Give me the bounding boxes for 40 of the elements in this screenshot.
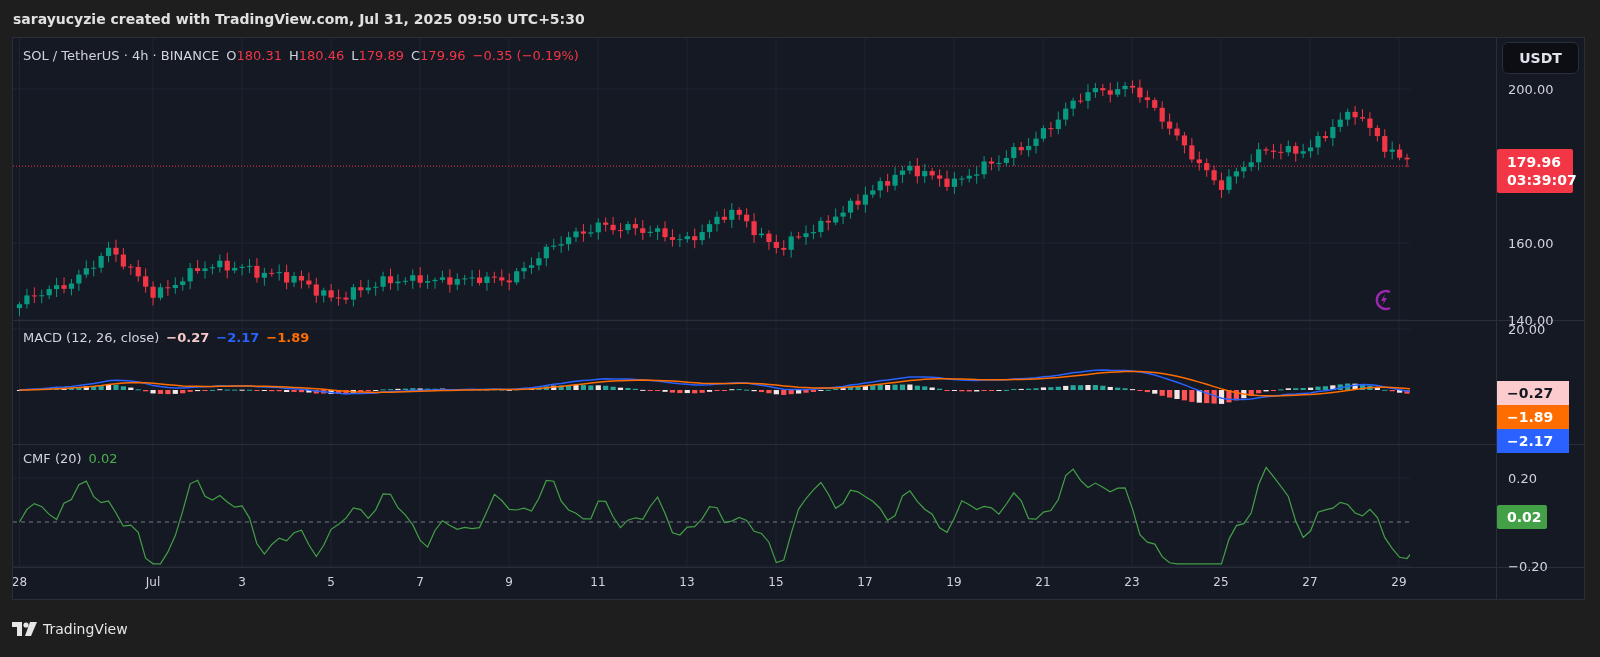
time-tick: 3 (238, 575, 246, 590)
time-tick: 9 (505, 575, 513, 590)
cmf-tick: 0.20 (1508, 470, 1537, 486)
cmf-tick: −0.20 (1508, 558, 1548, 574)
time-tick: 23 (1124, 575, 1140, 590)
chart-attribution: sarayucyzie created with TradingView.com, Jul 31, 2025 09:50 UTC+5:30 (12, 9, 586, 29)
price-tick: 160.00 (1508, 235, 1554, 251)
time-tick: 21 (1035, 575, 1051, 590)
ohlc-value: L179.89 (351, 48, 404, 63)
ohlc-value: C179.96 (411, 48, 466, 63)
currency-button[interactable]: USDT (1502, 42, 1579, 74)
macd-value: −1.89 (266, 330, 310, 346)
time-tick: 29 (1391, 575, 1407, 590)
time-tick: Jul (145, 575, 161, 590)
symbol-label: SOL / TetherUS · 4h · BINANCE (23, 48, 220, 63)
brand-name: TradingView (43, 620, 128, 637)
time-tick: 25 (1213, 575, 1229, 590)
logo-icon (12, 621, 38, 636)
time-tick: 5 (327, 575, 335, 590)
time-tick: 13 (679, 575, 695, 590)
macd-value: −0.27 (166, 330, 210, 346)
price-tick: 200.00 (1508, 81, 1554, 97)
cmf-value: 0.02 (88, 450, 118, 466)
cmf-title: CMF (20) (23, 450, 82, 466)
macd-value-label: −0.27 (1497, 381, 1569, 406)
time-tick: 28 (13, 575, 28, 590)
cmf-value-label: 0.02 (1497, 505, 1547, 530)
time-tick: 11 (590, 575, 606, 590)
time-tick: 27 (1302, 575, 1318, 590)
time-tick: 7 (416, 575, 424, 590)
time-tick: 17 (857, 575, 873, 590)
macd-title: MACD (12, 26, close) (23, 330, 160, 346)
ohlc-value: H180.46 (289, 48, 345, 63)
macd-value-label: −1.89 (1497, 405, 1569, 430)
macd-value-label: −2.17 (1497, 429, 1569, 454)
ohlc-value: O180.31 (226, 48, 282, 63)
macd-value: −2.17 (216, 330, 260, 346)
price-change: −0.35 (−0.19%) (472, 48, 579, 63)
time-tick: 19 (946, 575, 962, 590)
time-tick: 15 (768, 575, 784, 590)
